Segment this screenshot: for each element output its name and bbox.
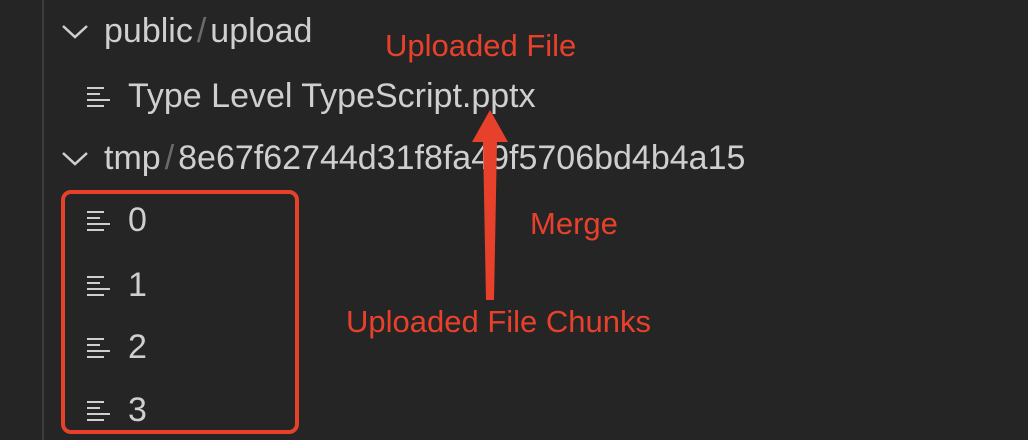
folder-public-upload[interactable]: public / upload [60, 14, 312, 48]
path-separator: / [196, 12, 207, 50]
folder-name-upload: upload [210, 12, 313, 50]
annotation-chunks: Uploaded File Chunks [346, 304, 652, 339]
arrow-up-icon [472, 110, 508, 300]
file-uploaded-pptx[interactable]: Type Level TypeScript.pptx [86, 79, 536, 113]
tree-indent-guide [42, 0, 44, 440]
chunks-highlight-box [61, 190, 299, 434]
folder-name-tmp: tmp [104, 139, 161, 177]
file-name-uploaded: Type Level TypeScript.pptx [128, 77, 536, 115]
folder-name-public: public [104, 12, 193, 50]
annotation-uploaded-file: Uploaded File [385, 28, 577, 63]
annotation-merge: Merge [530, 206, 618, 241]
path-separator: / [164, 139, 175, 177]
file-lines-icon [87, 87, 110, 107]
chevron-down-icon [62, 152, 88, 166]
chevron-down-icon [62, 25, 88, 39]
folder-tmp-hash[interactable]: tmp / 8e67f62744d31f8fa49f5706bd4b4a15 [60, 141, 745, 175]
file-explorer: public / upload Type Level TypeScript.pp… [0, 0, 1028, 440]
